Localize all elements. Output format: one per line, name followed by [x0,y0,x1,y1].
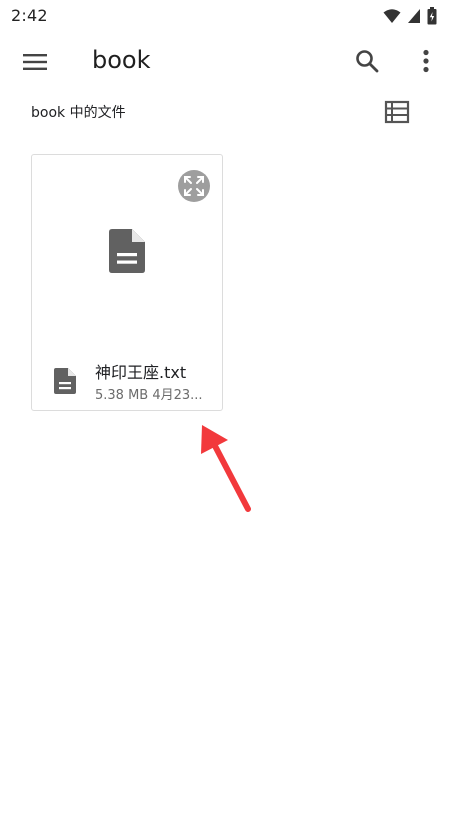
page-title: book [92,46,151,74]
status-icons [383,7,437,25]
expand-button[interactable] [178,170,210,202]
status-time: 2:42 [11,6,48,25]
expand-icon [184,176,204,196]
file-card-footer: 神印王座.txt 5.38 MB 4月23... [32,352,222,410]
red-arrow-annotation [201,425,251,512]
app-toolbar: book [0,32,459,92]
document-icon [54,368,76,394]
search-button[interactable] [352,46,382,76]
more-vert-icon [423,49,429,73]
file-meta: 5.38 MB 4月23... [95,388,203,403]
list-view-icon [384,100,410,124]
wifi-icon [383,9,401,23]
document-thumbnail-icon [109,229,145,273]
folder-subheader: book 中的文件 [0,92,459,132]
file-card[interactable]: 神印王座.txt 5.38 MB 4月23... [31,154,223,411]
file-name: 神印王座.txt [95,363,187,382]
battery-icon [427,7,437,25]
menu-button[interactable] [20,47,50,77]
view-toggle-button[interactable] [384,100,410,124]
status-bar: 2:42 [0,0,459,32]
more-options-button[interactable] [416,46,436,76]
folder-label: book 中的文件 [31,105,126,121]
signal-icon [408,9,420,23]
menu-icon [23,54,47,70]
search-icon [356,50,379,73]
